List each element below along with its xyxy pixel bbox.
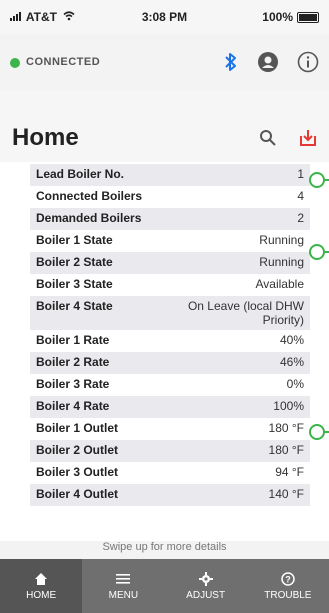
boiler-data-list: Lead Boiler No. 1 Connected Boilers 4 Dema… <box>30 164 310 506</box>
row-label: Boiler 3 State <box>36 277 113 291</box>
list-item: Connected Boilers 4 <box>30 186 310 208</box>
account-icon[interactable] <box>256 50 280 74</box>
nav-menu-label: MENU <box>108 589 139 601</box>
list-item: Boiler 4 State On Leave (local DHW Priori… <box>30 296 310 330</box>
list-item: Boiler 2 Outlet 180 °F <box>30 440 310 462</box>
list-item: Boiler 1 Rate 40% <box>30 330 310 352</box>
nav-trouble[interactable]: ? TROUBLE <box>247 559 329 613</box>
row-label: Boiler 1 Outlet <box>36 421 119 435</box>
row-label: Boiler 3 Rate <box>36 377 110 391</box>
row-label: Boiler 2 Rate <box>36 355 110 369</box>
bluetooth-icon[interactable] <box>219 50 243 74</box>
gear-icon <box>198 571 213 586</box>
list-item: Boiler 4 Rate 100% <box>30 396 310 418</box>
svg-text:?: ? <box>285 574 291 584</box>
annotation-marker-icon <box>309 244 325 260</box>
row-value: Running <box>259 255 304 269</box>
list-item: Boiler 2 State Running <box>30 252 310 274</box>
info-icon[interactable] <box>296 50 320 74</box>
list-item: Boiler 2 Rate 46% <box>30 352 310 374</box>
list-item: Demanded Boilers 2 <box>30 208 310 230</box>
row-label: Boiler 2 Outlet <box>36 443 119 457</box>
connection-bar: CONNECTED <box>0 34 329 90</box>
nav-trouble-label: TROUBLE <box>264 589 312 601</box>
row-value: 180 °F <box>268 443 304 457</box>
swipe-hint: Swipe up for more details <box>0 541 329 559</box>
connection-status: CONNECTED <box>26 56 101 68</box>
nav-adjust[interactable]: ADJUST <box>165 559 247 613</box>
row-label: Boiler 1 State <box>36 233 113 247</box>
row-value: 1 <box>297 167 304 181</box>
battery-label: 100% <box>262 10 293 24</box>
battery-icon <box>297 11 319 23</box>
row-value: 0% <box>286 377 304 391</box>
list-item: Boiler 4 Outlet 140 °F <box>30 484 310 506</box>
nav-adjust-label: ADJUST <box>186 589 226 601</box>
download-icon[interactable] <box>296 126 320 150</box>
row-value: On Leave (local DHW Priority) <box>187 299 304 327</box>
row-value: Running <box>259 233 304 247</box>
list-item: Lead Boiler No. 1 <box>30 164 310 186</box>
list-item: Boiler 3 Outlet 94 °F <box>30 462 310 484</box>
annotation-marker-icon <box>309 424 325 440</box>
list-item: Boiler 3 Rate 0% <box>30 374 310 396</box>
list-item: Boiler 3 State Available <box>30 274 310 296</box>
row-label: Boiler 2 State <box>36 255 113 269</box>
row-value: 2 <box>297 211 304 225</box>
row-label: Boiler 1 Rate <box>36 333 110 347</box>
bottom-nav: HOME MENU ADJUST ? TROUBLE <box>0 559 329 613</box>
connected-indicator-icon <box>10 58 20 68</box>
row-value: 40% <box>279 333 304 347</box>
row-value: 4 <box>297 189 304 203</box>
status-bar: AT&T 3:08 PM 100% <box>0 0 329 34</box>
row-label: Boiler 3 Outlet <box>36 465 119 479</box>
home-icon <box>34 572 48 586</box>
row-label: Lead Boiler No. <box>36 167 125 181</box>
list-item: Boiler 1 State Running <box>30 230 310 252</box>
annotation-marker-icon <box>309 172 325 188</box>
row-label: Boiler 4 State <box>36 299 113 313</box>
nav-home-label: HOME <box>26 589 57 601</box>
page-title: Home <box>12 124 79 151</box>
menu-icon <box>116 572 131 586</box>
row-value: 46% <box>279 355 304 369</box>
page-header: Home <box>0 90 329 162</box>
row-value: 94 °F <box>275 465 304 479</box>
nav-menu[interactable]: MENU <box>82 559 164 613</box>
row-value: 100% <box>273 399 304 413</box>
battery-area: 100% <box>262 10 319 24</box>
help-icon: ? <box>281 571 295 586</box>
row-label: Boiler 4 Outlet <box>36 487 119 501</box>
list-item: Boiler 1 Outlet 180 °F <box>30 418 310 440</box>
search-icon[interactable] <box>256 126 280 150</box>
nav-home[interactable]: HOME <box>0 559 83 613</box>
row-label: Connected Boilers <box>36 189 143 203</box>
row-value: 180 °F <box>268 421 304 435</box>
row-label: Boiler 4 Rate <box>36 399 110 413</box>
row-value: 140 °F <box>268 487 304 501</box>
row-label: Demanded Boilers <box>36 211 142 225</box>
row-value: Available <box>255 277 304 291</box>
